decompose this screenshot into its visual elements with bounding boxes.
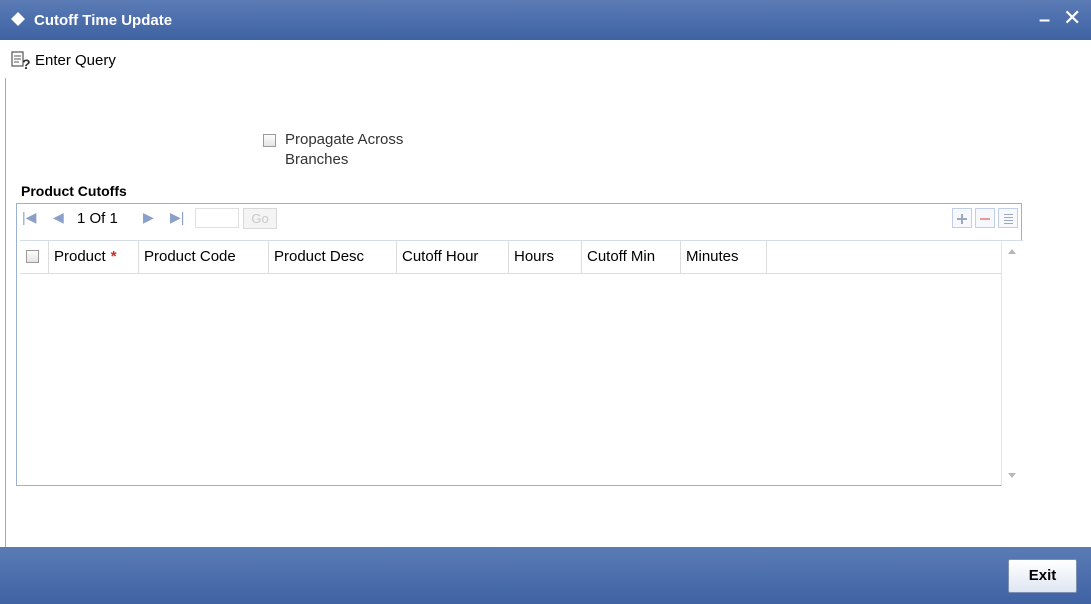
close-icon[interactable]: ✕ — [1063, 5, 1081, 31]
cutoffs-table: Product * Product Code Product Desc Cutof… — [20, 240, 1023, 487]
add-row-icon[interactable] — [952, 208, 972, 228]
left-frame-border — [0, 40, 6, 550]
window-title: Cutoff Time Update — [34, 12, 173, 29]
select-all-cell — [20, 241, 49, 273]
scroll-up-icon[interactable] — [1008, 249, 1016, 254]
first-page-icon[interactable]: |◀ — [22, 209, 36, 226]
last-page-icon[interactable]: ▶| — [170, 209, 184, 226]
vertical-scrollbar[interactable] — [1001, 241, 1022, 486]
next-page-icon[interactable]: ▶ — [143, 209, 154, 226]
table-header: Product * Product Code Product Desc Cutof… — [20, 241, 1001, 274]
scroll-down-icon[interactable] — [1008, 473, 1016, 478]
product-cutoffs-grid: |◀ ◀ 1 Of 1 ▶ ▶| Go Product * Product Co… — [16, 203, 1023, 487]
diamond-icon — [11, 12, 25, 26]
svg-text:?: ? — [22, 56, 31, 71]
grid-pager: |◀ ◀ 1 Of 1 ▶ ▶| Go — [17, 204, 1021, 234]
delete-row-icon[interactable] — [975, 208, 995, 228]
column-header-hours[interactable]: Hours — [509, 241, 582, 273]
enter-query-label: Enter Query — [35, 51, 116, 69]
propagate-across-branches-label: Propagate Across Branches — [285, 131, 404, 168]
product-cutoffs-title: Product Cutoffs — [21, 183, 127, 199]
column-label: Product — [54, 248, 106, 265]
single-record-view-icon[interactable] — [998, 208, 1018, 228]
toolbar: ? Enter Query — [0, 40, 1091, 78]
grid-toolbar — [952, 208, 1018, 228]
column-header-cutoff-hour[interactable]: Cutoff Hour — [397, 241, 509, 273]
footer-bar: Exit — [0, 547, 1091, 604]
enter-query-button[interactable]: ? Enter Query — [10, 49, 116, 71]
cutoff-time-update-window: Cutoff Time Update – ✕ ? Enter Query Pro… — [0, 0, 1091, 604]
minimize-icon[interactable]: – — [1039, 9, 1050, 32]
column-header-minutes[interactable]: Minutes — [681, 241, 767, 273]
exit-button[interactable]: Exit — [1008, 559, 1077, 593]
required-marker: * — [110, 248, 117, 265]
page-number-input[interactable] — [195, 208, 239, 228]
column-header-product-desc[interactable]: Product Desc — [269, 241, 397, 273]
page-info: 1 Of 1 — [77, 210, 118, 227]
go-button[interactable]: Go — [243, 208, 277, 229]
column-header-product[interactable]: Product * — [49, 241, 139, 273]
prev-page-icon[interactable]: ◀ — [53, 209, 64, 226]
select-all-checkbox[interactable] — [26, 250, 39, 263]
enter-query-icon: ? — [11, 51, 31, 71]
propagate-across-branches-checkbox[interactable] — [263, 134, 276, 147]
column-header-cutoff-min[interactable]: Cutoff Min — [582, 241, 681, 273]
title-bar[interactable]: Cutoff Time Update – ✕ — [0, 0, 1091, 40]
column-header-product-code[interactable]: Product Code — [139, 241, 269, 273]
